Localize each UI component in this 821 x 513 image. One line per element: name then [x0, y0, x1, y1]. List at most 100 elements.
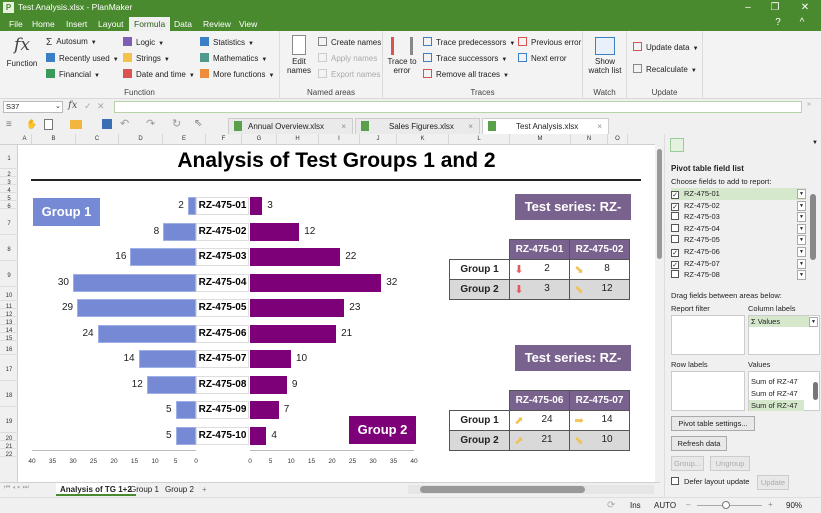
pivot-cell[interactable]: ⬈ 21 [509, 430, 570, 451]
open-folder-icon[interactable] [70, 120, 82, 129]
tab-review[interactable]: Review [198, 17, 236, 31]
show-watch-list-button[interactable]: Show watch list [587, 37, 623, 75]
scroll-thumb[interactable] [657, 149, 662, 259]
row-header[interactable]: 19 [0, 407, 18, 433]
row-header[interactable]: 4 [0, 185, 18, 194]
pivot-table-1[interactable]: RZ-475-01 RZ-475-02 Group 1 ⬇ 2 ⬊ 8 Group 2… [449, 239, 630, 300]
row-header[interactable]: 6 [0, 201, 18, 210]
sheet-tab-group2[interactable]: Group 2 [161, 483, 198, 496]
column-labels-area[interactable]: Σ Values ▼ [748, 315, 820, 355]
row-header[interactable]: 3 [0, 177, 18, 186]
logic-button[interactable]: Logic ▼ [123, 37, 164, 47]
pivot-cell[interactable]: ⬊ 8 [569, 259, 630, 280]
tab-insert[interactable]: Insert [61, 17, 92, 31]
function-button[interactable]: fx Function [4, 35, 40, 75]
field-dropdown-icon[interactable]: ▼ [797, 189, 806, 199]
add-sheet-button[interactable]: + [198, 483, 211, 496]
column-header[interactable]: L [449, 134, 510, 145]
insert-mode[interactable]: Ins [630, 501, 641, 510]
doc-tab-test-analysis[interactable]: Test Analysis.xlsx × [482, 118, 609, 134]
expand-formula-icon[interactable]: » [807, 101, 811, 108]
column-header[interactable]: A [18, 134, 32, 145]
tab-view[interactable]: View [234, 17, 262, 31]
sheet-tab-group1[interactable]: Group 1 [126, 483, 163, 496]
row-header[interactable]: 2 [0, 169, 18, 178]
restore-button[interactable]: ❐ [765, 1, 785, 14]
financial-button[interactable]: Financial ▼ [46, 69, 100, 79]
values-area[interactable]: Sum of RZ-47 Sum of RZ-47 Sum of RZ-47 [748, 371, 820, 411]
pivot-field[interactable]: ✓ RZ-475-02 [671, 200, 806, 212]
column-header[interactable]: H [277, 134, 319, 145]
field-dropdown-icon[interactable]: ▼ [797, 235, 806, 246]
column-header[interactable]: I [319, 134, 360, 145]
row-header[interactable]: 11 [0, 301, 18, 310]
statistics-button[interactable]: Statistics ▼ [200, 37, 254, 47]
update-data-button[interactable]: Update data ▼ [633, 42, 699, 52]
pivot-cell[interactable]: ⬊ 10 [569, 430, 630, 451]
update-button[interactable]: Update [757, 475, 789, 490]
accept-icon[interactable]: ✓ [84, 101, 92, 112]
sheet-tab-analysis[interactable]: Analysis of TG 1+2 [56, 483, 136, 496]
pivot-cell[interactable]: ⬇ 3 [509, 279, 570, 300]
close-button[interactable]: ✕ [795, 1, 815, 14]
pivot-field[interactable]: ✓ RZ-475-06 [671, 246, 806, 258]
row-labels-area[interactable] [671, 371, 745, 411]
ungroup-button[interactable]: Ungroup [710, 456, 750, 471]
pivot-field[interactable]: RZ-475-05 [671, 234, 806, 246]
fx-icon[interactable]: fx [68, 100, 77, 111]
row-header[interactable]: 21 [0, 441, 18, 450]
row-header[interactable]: 18 [0, 381, 18, 407]
trace-to-error-button[interactable]: Trace to error [387, 37, 417, 75]
trace-predecessors-button[interactable]: Trace predecessors ▼ [423, 37, 515, 47]
hscroll-thumb[interactable] [420, 486, 585, 493]
trace-successors-button[interactable]: Trace successors ▼ [423, 53, 507, 63]
edit-names-button[interactable]: Edit names [284, 35, 314, 75]
column-header[interactable]: K [397, 134, 449, 145]
pivot-field[interactable]: RZ-475-04 [671, 223, 806, 235]
pivot-field[interactable]: RZ-475-03 [671, 211, 806, 223]
defer-layout-checkbox[interactable]: Defer layout update [671, 477, 749, 486]
field-dropdown-icon[interactable]: ▼ [797, 200, 806, 211]
mathematics-button[interactable]: Mathematics ▼ [200, 53, 267, 63]
tab-formula[interactable]: Formula [129, 17, 171, 31]
minimize-button[interactable]: – [738, 1, 758, 14]
row-header[interactable]: 10 [0, 287, 18, 301]
checkbox-icon[interactable] [671, 477, 679, 485]
field-dropdown-icon[interactable]: ▼ [797, 270, 806, 281]
column-header[interactable]: F [206, 134, 242, 145]
hand-icon[interactable]: ✋ [26, 119, 37, 130]
pivot-cell[interactable]: ➡ 14 [569, 410, 630, 431]
pivot-cell[interactable]: ⬇ 2 [509, 259, 570, 280]
pivot-cell[interactable]: ⬈ 24 [509, 410, 570, 431]
pivot-field[interactable]: RZ-475-08 [671, 269, 806, 281]
autosum-button[interactable]: Σ Autosum ▼ [46, 37, 97, 48]
new-document-icon[interactable] [44, 119, 53, 130]
pivot-field[interactable]: ✓ RZ-475-01 [671, 188, 806, 200]
strings-button[interactable]: Strings ▼ [123, 53, 170, 63]
field-dropdown-icon[interactable]: ▼ [797, 212, 806, 223]
checkbox-icon[interactable]: ✓ [671, 191, 679, 199]
zoom-in-icon[interactable]: + [768, 500, 773, 509]
value-item[interactable]: Sum of RZ-47 [751, 377, 798, 386]
checkbox-icon[interactable] [671, 212, 679, 221]
sheet-nav-arrows-icon[interactable]: ⏮ ◂ ▸ ⏭ [4, 484, 29, 492]
checkbox-icon[interactable]: ✓ [671, 202, 679, 211]
zoom-slider[interactable] [697, 501, 762, 509]
column-header[interactable]: C [76, 134, 119, 145]
values-scrollbar[interactable] [813, 382, 818, 400]
create-names-button[interactable]: Create names [318, 37, 381, 47]
close-tab-icon[interactable]: × [341, 119, 346, 134]
calc-mode[interactable]: AUTO [654, 501, 676, 510]
pivot-table-icon[interactable] [670, 138, 684, 152]
row-header[interactable]: 15 [0, 333, 18, 342]
recently-used-button[interactable]: Recently used ▼ [46, 53, 119, 63]
row-header[interactable]: 16 [0, 341, 18, 355]
row-header[interactable]: 17 [0, 355, 18, 381]
row-header[interactable]: 7 [0, 209, 18, 235]
cell-reference-box[interactable]: S37 [3, 101, 63, 113]
checkbox-icon[interactable]: ✓ [671, 260, 679, 269]
field-dropdown-icon[interactable]: ▼ [797, 223, 806, 234]
row-header[interactable]: 1 [0, 145, 18, 169]
more-functions-button[interactable]: More functions ▼ [200, 69, 274, 79]
tab-layout[interactable]: Layout [93, 17, 129, 31]
